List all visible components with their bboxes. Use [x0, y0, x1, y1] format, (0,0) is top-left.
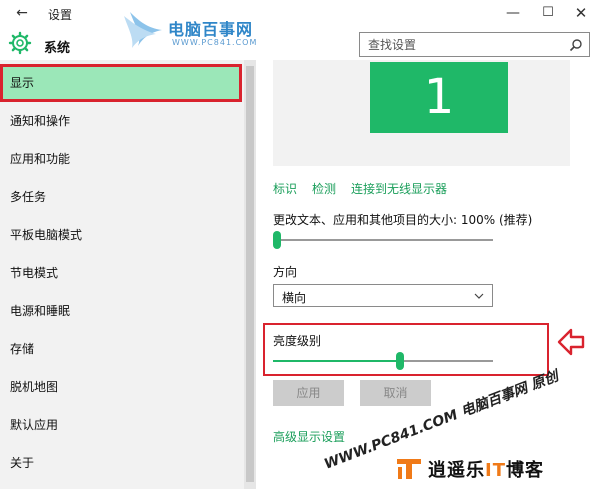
- brand-name-it: IT: [485, 460, 506, 481]
- watermark-diagonal: WWW.PC841.COM 电脑百事网 原创: [307, 343, 561, 472]
- scale-label: 更改文本、应用和其他项目的大小: 100% (推荐): [273, 213, 533, 227]
- maximize-button[interactable]: ☐: [535, 1, 561, 25]
- search-icon[interactable]: [569, 38, 583, 52]
- sidebar-item-storage[interactable]: 存储: [0, 330, 242, 368]
- brand-name: 逍遥乐IT博客: [428, 456, 544, 482]
- sidebar-item-tablet-mode[interactable]: 平板电脑模式: [0, 216, 242, 254]
- sidebar-item-battery-saver[interactable]: 节电模式: [0, 254, 242, 292]
- minimize-button[interactable]: —: [500, 1, 526, 25]
- sidebar-item-multitasking[interactable]: 多任务: [0, 178, 242, 216]
- sidebar-item-notifications[interactable]: 通知和操作: [0, 102, 242, 140]
- search-input[interactable]: [360, 33, 560, 56]
- chevron-down-icon: [474, 293, 484, 299]
- gear-icon: [8, 31, 32, 55]
- window-title: 设置: [48, 8, 73, 22]
- connect-wireless-display-link[interactable]: 连接到无线显示器: [351, 180, 447, 197]
- brand-name-suffix: 博客: [505, 460, 544, 481]
- brand-name-prefix: 逍遥乐: [428, 460, 485, 481]
- main-scrollbar[interactable]: [586, 60, 600, 489]
- orientation-value: 横向: [282, 291, 307, 305]
- sidebar-item-offline-maps[interactable]: 脱机地图: [0, 368, 242, 406]
- title-bar: ← 设置 — ☐ ✕: [0, 0, 600, 26]
- back-button[interactable]: ←: [12, 3, 32, 23]
- sidebar-item-apps-features[interactable]: 应用和功能: [0, 140, 242, 178]
- orientation-label: 方向: [273, 265, 298, 279]
- sidebar-scrollbar[interactable]: [244, 60, 256, 489]
- sidebar-item-display[interactable]: 显示: [0, 64, 242, 102]
- search-box[interactable]: [359, 32, 590, 57]
- sidebar-item-power-sleep[interactable]: 电源和睡眠: [0, 292, 242, 330]
- close-button[interactable]: ✕: [568, 1, 594, 25]
- identify-link[interactable]: 标识: [273, 180, 297, 197]
- sidebar: 显示 通知和操作 应用和功能 多任务 平板电脑模式 节电模式 电源和睡眠 存储 …: [0, 60, 256, 489]
- arrow-left-icon: [557, 328, 585, 356]
- sidebar-scrollbar-thumb[interactable]: [246, 66, 254, 482]
- section-header: 系统: [0, 28, 250, 60]
- scale-slider-thumb[interactable]: [273, 231, 281, 249]
- monitor-tile[interactable]: 1: [370, 62, 508, 133]
- monitor-arrangement-area: 1: [273, 60, 570, 166]
- orientation-select[interactable]: 横向: [273, 284, 493, 307]
- detect-link[interactable]: 检测: [312, 180, 336, 197]
- section-title: 系统: [44, 41, 71, 56]
- sidebar-item-default-apps[interactable]: 默认应用: [0, 406, 242, 444]
- scale-slider-track[interactable]: [273, 239, 493, 241]
- brand-logo-icon: [397, 459, 421, 479]
- sidebar-item-about[interactable]: 关于: [0, 444, 242, 482]
